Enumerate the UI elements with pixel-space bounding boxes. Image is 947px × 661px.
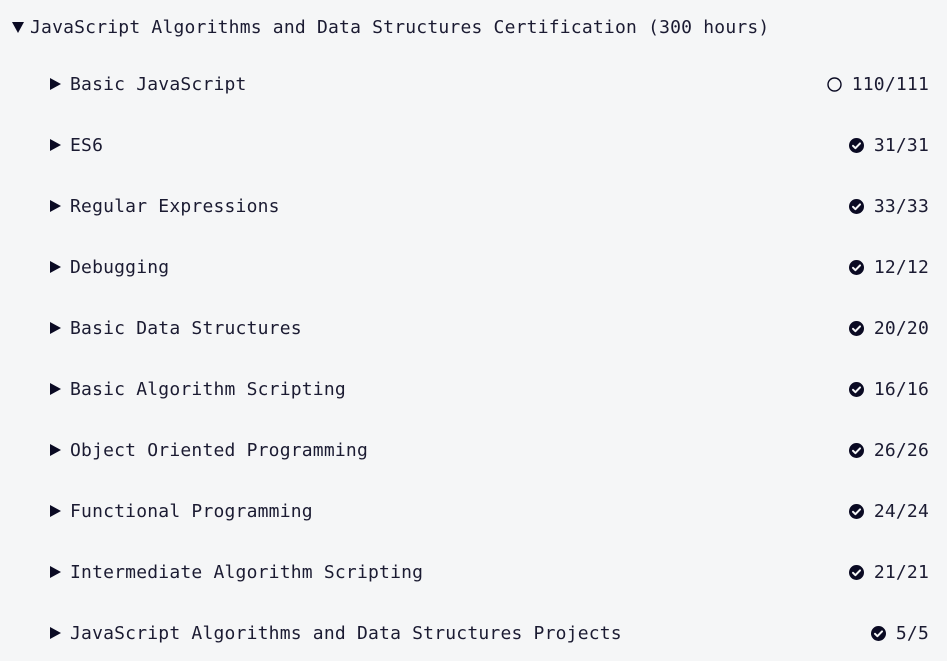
- block-title: Object Oriented Programming: [70, 439, 368, 461]
- block-progress: 5/5: [895, 622, 929, 644]
- block-progress: 110/111: [851, 73, 929, 95]
- block-title: Basic JavaScript: [70, 73, 247, 95]
- caret-right-icon: [50, 139, 61, 151]
- check-circle-icon: [848, 198, 864, 214]
- block-progress: 21/21: [873, 561, 929, 583]
- block-title: Basic Algorithm Scripting: [70, 378, 346, 400]
- caret-right-icon: [50, 383, 61, 395]
- block-progress: 16/16: [873, 378, 929, 400]
- block-progress: 31/31: [873, 134, 929, 156]
- block-row-regular-expressions[interactable]: Regular Expressions 33/33: [50, 191, 929, 221]
- check-circle-icon: [848, 259, 864, 275]
- check-circle-icon: [848, 381, 864, 397]
- block-row-basic-data-structures[interactable]: Basic Data Structures 20/20: [50, 313, 929, 343]
- check-circle-icon: [870, 625, 886, 641]
- caret-right-icon: [50, 322, 61, 334]
- block-row-basic-javascript[interactable]: Basic JavaScript 110/111: [50, 69, 929, 99]
- block-row-object-oriented-programming[interactable]: Object Oriented Programming 26/26: [50, 435, 929, 465]
- check-circle-icon: [848, 564, 864, 580]
- block-row-intermediate-algorithm-scripting[interactable]: Intermediate Algorithm Scripting 21/21: [50, 557, 929, 587]
- caret-right-icon: [50, 78, 61, 90]
- caret-right-icon: [50, 261, 61, 273]
- block-title: Debugging: [70, 256, 170, 278]
- block-title: ES6: [70, 134, 104, 156]
- block-row-javascript-projects[interactable]: JavaScript Algorithms and Data Structure…: [50, 618, 929, 648]
- block-title: Functional Programming: [70, 500, 313, 522]
- block-progress: 24/24: [873, 500, 929, 522]
- block-row-functional-programming[interactable]: Functional Programming 24/24: [50, 496, 929, 526]
- block-progress: 20/20: [873, 317, 929, 339]
- caret-right-icon: [50, 627, 61, 639]
- block-row-es6[interactable]: ES6 31/31: [50, 130, 929, 160]
- block-title: Basic Data Structures: [70, 317, 302, 339]
- circle-outline-icon: [827, 76, 842, 92]
- block-title: Regular Expressions: [70, 195, 280, 217]
- block-row-debugging[interactable]: Debugging 12/12: [50, 252, 929, 282]
- block-progress: 12/12: [873, 256, 929, 278]
- caret-right-icon: [50, 505, 61, 517]
- block-row-basic-algorithm-scripting[interactable]: Basic Algorithm Scripting 16/16: [50, 374, 929, 404]
- check-circle-icon: [848, 442, 864, 458]
- block-progress: 33/33: [873, 195, 929, 217]
- block-title: Intermediate Algorithm Scripting: [70, 561, 424, 583]
- caret-right-icon: [50, 444, 61, 456]
- caret-right-icon: [50, 566, 61, 578]
- caret-right-icon: [50, 200, 61, 212]
- block-progress: 26/26: [873, 439, 929, 461]
- check-circle-icon: [848, 137, 864, 153]
- check-circle-icon: [848, 320, 864, 336]
- check-circle-icon: [848, 503, 864, 519]
- block-list: Basic JavaScript 110/111 ES6 31/31 Regul…: [0, 0, 947, 661]
- block-title: JavaScript Algorithms and Data Structure…: [70, 622, 622, 644]
